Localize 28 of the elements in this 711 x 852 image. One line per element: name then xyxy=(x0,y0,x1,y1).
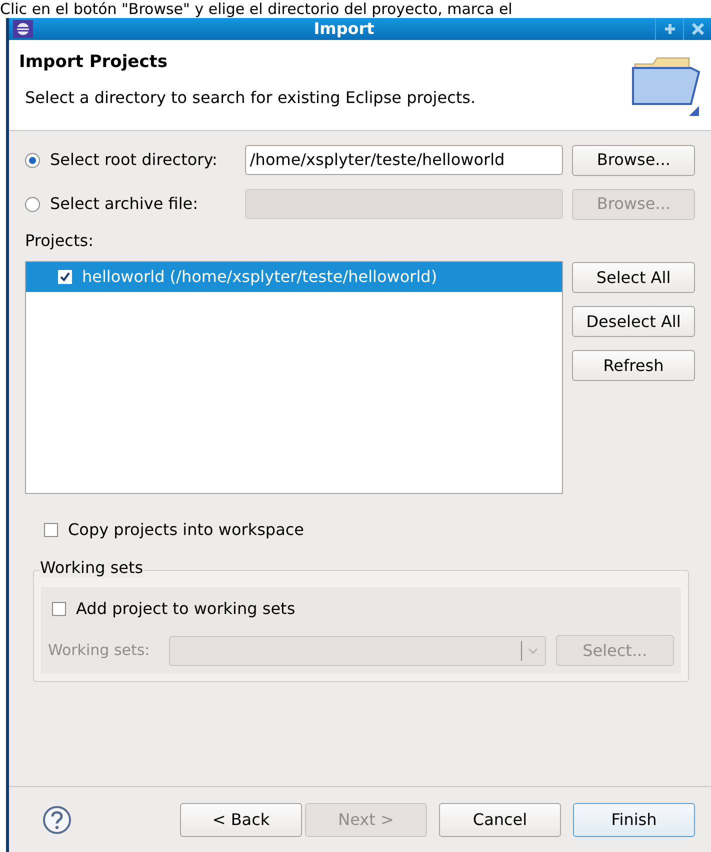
radio-button[interactable] xyxy=(25,152,40,168)
button[interactable]: Finish xyxy=(573,802,695,836)
project-label: helloworld (/home/xsplyter/teste/helloworld) xyxy=(82,266,438,288)
window-title: Import xyxy=(312,18,376,40)
chevron-down-icon xyxy=(528,648,538,654)
checkbox[interactable] xyxy=(44,523,58,537)
app-logo-icon xyxy=(13,20,33,38)
projects-label: Projects: xyxy=(25,230,94,252)
button[interactable]: Select All xyxy=(572,262,695,293)
plus-icon xyxy=(664,23,676,35)
page-title: Import Projects xyxy=(19,51,169,74)
button[interactable]: < Back xyxy=(180,802,302,836)
button[interactable]: Deselect All xyxy=(572,306,695,337)
button[interactable]: Cancel xyxy=(439,802,561,836)
button[interactable]: Browse... xyxy=(572,144,695,176)
caption-text: Clic en el botón "Browse" y elige el directorio del proyecto, marca el xyxy=(0,0,514,18)
project-row[interactable]: helloworld (/home/xsplyter/teste/helloworld) xyxy=(26,262,562,292)
option-label: Select archive file: xyxy=(50,193,198,215)
help-icon[interactable] xyxy=(42,804,72,834)
close-icon xyxy=(692,23,704,35)
checkbox-label: Add project to working sets xyxy=(76,598,296,620)
path-field[interactable]: /home/xsplyter/teste/helloworld xyxy=(244,145,564,175)
button[interactable]: Refresh xyxy=(572,350,695,381)
checkbox-label: Copy projects into workspace xyxy=(68,519,304,541)
option-label: Select root directory: xyxy=(50,149,218,171)
field-label: Working sets: xyxy=(48,640,151,662)
page-description: Select a directory to search for existing Eclipse projects. xyxy=(25,86,476,108)
group-title: Working sets xyxy=(39,558,144,578)
